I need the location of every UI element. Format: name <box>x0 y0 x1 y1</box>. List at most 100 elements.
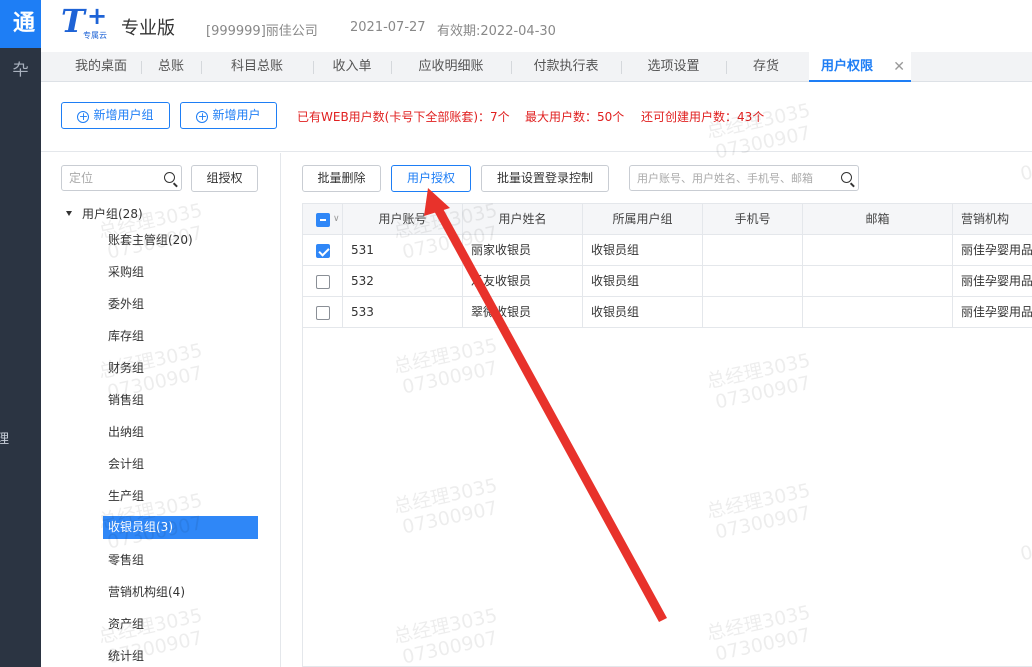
expiry-date: 有效期:2022-04-30 <box>437 24 556 39</box>
remaining-user-count: 还可创建用户数：43个 <box>641 110 765 124</box>
row-select-cell <box>303 235 343 266</box>
button-label: 新增用户 <box>212 108 261 122</box>
cell-name: 丽家收银员 <box>463 235 583 266</box>
tree-item[interactable]: 采购组 <box>103 261 258 284</box>
new-user-group-button[interactable]: + 新增用户组 <box>61 102 170 129</box>
app-rail: 通 卆 理 <box>0 0 41 667</box>
tree-item[interactable]: 营销机构组(4) <box>103 581 258 604</box>
grid-search-input[interactable] <box>630 166 835 190</box>
table-row[interactable]: 531 丽家收银员 收银员组 丽佳孕婴用品 <box>303 235 1032 266</box>
brand-logo-t: T <box>61 2 85 40</box>
tab-account-ledger[interactable]: 科目总账 <box>201 52 313 82</box>
user-auth-button[interactable]: 用户授权 <box>391 165 471 192</box>
tree-item[interactable]: 账套主管组(20) <box>103 229 258 252</box>
search-icon[interactable] <box>164 172 175 183</box>
user-table: ∨ 用户账号 用户姓名 所属用户组 手机号 邮箱 营销机构 531 丽家收银员 收银… <box>302 203 1032 667</box>
max-user-count: 最大用户数：50个 <box>525 110 625 124</box>
tree-item[interactable]: 销售组 <box>103 389 258 412</box>
row-checkbox[interactable] <box>316 275 330 289</box>
tree-item[interactable]: 零售组 <box>103 549 258 572</box>
table-row[interactable]: 533 翠微收银员 收银员组 丽佳孕婴用品 <box>303 297 1032 328</box>
tab-label: 收入单 <box>332 59 372 74</box>
cell-group: 收银员组 <box>583 297 703 328</box>
row-checkbox[interactable] <box>316 244 330 258</box>
tree-item[interactable]: 生产组 <box>103 485 258 508</box>
user-group-tree-panel: 组授权 用户组(28) 账套主管组(20) 采购组委外组库存组财务组销售组出纳组会… <box>41 153 281 667</box>
menu-icon[interactable]: 卆 <box>0 60 41 80</box>
rail-menu-label[interactable]: 理 <box>0 428 16 447</box>
tree-item[interactable]: 库存组 <box>103 325 258 348</box>
tab-inventory[interactable]: 存货 <box>726 52 806 82</box>
table-row[interactable]: 532 乐友收银员 收银员组 丽佳孕婴用品 <box>303 266 1032 297</box>
tree-search-input[interactable] <box>62 166 158 190</box>
cell-name: 翠微收银员 <box>463 297 583 328</box>
web-user-count: 已有WEB用户数(卡号下全部账套)：7个 <box>297 110 510 124</box>
table-header: ∨ 用户账号 用户姓名 所属用户组 手机号 邮箱 营销机构 <box>303 204 1032 235</box>
close-icon[interactable]: ✕ <box>893 52 905 82</box>
tab-receivable-detail[interactable]: 应收明细账 <box>391 52 511 82</box>
group-auth-button[interactable]: 组授权 <box>191 165 258 192</box>
cell-org: 丽佳孕婴用品 <box>953 235 1032 266</box>
col-org[interactable]: 营销机构 <box>953 204 1032 235</box>
cell-group: 收银员组 <box>583 235 703 266</box>
tab-label: 应收明细账 <box>418 59 484 74</box>
tree-root[interactable]: 用户组(28) <box>66 205 143 222</box>
tree-item[interactable]: 财务组 <box>103 357 258 380</box>
tree-item[interactable]: 资产组 <box>103 613 258 636</box>
cell-account: 532 <box>343 266 463 297</box>
tab-general-ledger[interactable]: 总账 <box>141 52 201 82</box>
cell-phone <box>703 297 803 328</box>
row-select-cell <box>303 297 343 328</box>
search-icon[interactable] <box>841 172 852 183</box>
user-grid-panel: 批量删除 用户授权 批量设置登录控制 ∨ 用户账号 用户姓名 所属用户组 手机号… <box>282 153 1032 667</box>
tree-item[interactable]: 收银员组(3) <box>103 516 258 539</box>
tab-payment-exec[interactable]: 付款执行表 <box>511 52 621 82</box>
cell-name: 乐友收银员 <box>463 266 583 297</box>
cell-group: 收银员组 <box>583 266 703 297</box>
col-group[interactable]: 所属用户组 <box>583 204 703 235</box>
cell-account: 533 <box>343 297 463 328</box>
tab-desktop[interactable]: 我的桌面 <box>61 52 141 82</box>
cell-phone <box>703 235 803 266</box>
tab-label: 存货 <box>752 59 779 74</box>
col-account[interactable]: 用户账号 <box>343 204 463 235</box>
cell-phone <box>703 266 803 297</box>
cell-org: 丽佳孕婴用品 <box>953 297 1032 328</box>
cell-email <box>803 297 953 328</box>
tab-label: 总账 <box>157 59 184 74</box>
cell-email <box>803 266 953 297</box>
tab-label: 我的桌面 <box>74 59 127 74</box>
tab-bar: 我的桌面 总账 科目总账 收入单 应收明细账 付款执行表 选项设置 存货 用户权… <box>41 52 1032 82</box>
user-toolbar: + 新增用户组 + 新增用户 已有WEB用户数(卡号下全部账套)：7个 最大用户数：… <box>41 82 1032 152</box>
chevron-down-icon[interactable]: ∨ <box>333 204 340 235</box>
tree-search <box>61 165 182 191</box>
row-checkbox[interactable] <box>316 306 330 320</box>
cell-org: 丽佳孕婴用品 <box>953 266 1032 297</box>
app-header: T + 专属云 专业版 [999999]丽佳公司 2021-07-27 有效期:… <box>41 0 1032 52</box>
tab-label: 科目总账 <box>230 59 283 74</box>
cell-email <box>803 235 953 266</box>
batch-delete-button[interactable]: 批量删除 <box>302 165 381 192</box>
new-user-button[interactable]: + 新增用户 <box>180 102 277 129</box>
app-logo[interactable]: 通 <box>0 0 41 48</box>
col-email[interactable]: 邮箱 <box>803 204 953 235</box>
col-name[interactable]: 用户姓名 <box>463 204 583 235</box>
plus-circle-icon: + <box>77 110 90 123</box>
caret-down-icon[interactable] <box>66 211 72 216</box>
tree-item[interactable]: 委外组 <box>103 293 258 316</box>
tab-label: 选项设置 <box>647 59 700 74</box>
tree-item[interactable]: 会计组 <box>103 453 258 476</box>
tab-income-voucher[interactable]: 收入单 <box>313 52 391 82</box>
brand-logo-plus: + <box>87 2 108 30</box>
tab-user-permissions[interactable]: 用户权限 ✕ <box>809 52 911 82</box>
tab-option-settings[interactable]: 选项设置 <box>621 52 726 82</box>
tree-item[interactable]: 出纳组 <box>103 421 258 444</box>
col-phone[interactable]: 手机号 <box>703 204 803 235</box>
tree-root-label: 用户组(28) <box>82 207 143 221</box>
brand-subtitle: 专属云 <box>83 31 107 40</box>
batch-login-control-button[interactable]: 批量设置登录控制 <box>481 165 609 192</box>
tree-item[interactable]: 统计组 <box>103 645 258 667</box>
button-label: 新增用户组 <box>93 108 154 122</box>
cell-account: 531 <box>343 235 463 266</box>
select-all-checkbox[interactable] <box>316 213 330 227</box>
